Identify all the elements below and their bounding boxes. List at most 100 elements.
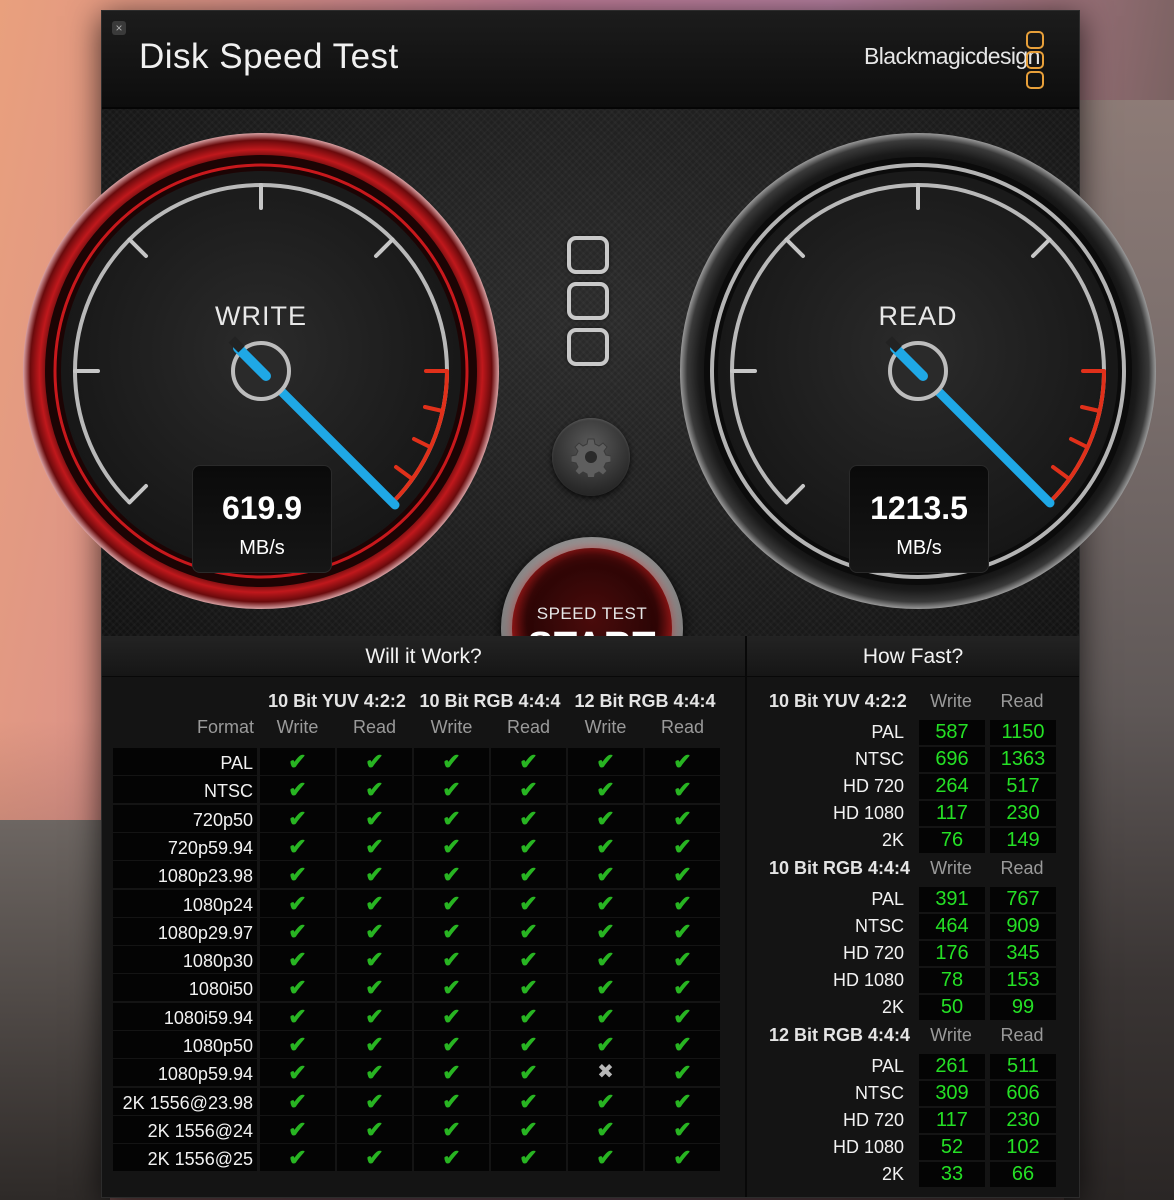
fast-format-label: 2K xyxy=(881,830,904,850)
gear-icon xyxy=(571,438,611,477)
check-icon: ✔ xyxy=(491,1059,566,1087)
gauge-panel: WRITE 619.9 MB/s SPEED TEST START xyxy=(23,109,1156,719)
will-it-work-heading: Will it Work? xyxy=(102,636,745,677)
check-icon: ✔ xyxy=(568,1115,643,1143)
check-icon: ✔ xyxy=(491,1087,566,1115)
settings-button[interactable] xyxy=(552,418,630,496)
read-fps-value: 99 xyxy=(990,995,1056,1020)
write-unit: MB/s xyxy=(239,537,285,559)
check-icon: ✔ xyxy=(645,889,720,917)
table-row: 2K 1556@24 ✔ ✔ ✔ ✔ ✔ ✔ xyxy=(113,1115,723,1143)
check-icon: ✔ xyxy=(260,748,335,775)
check-icon: ✔ xyxy=(414,776,489,804)
title-bar: × Disk Speed Test Blackmagicdesign xyxy=(102,11,1079,109)
section-title: 10 Bit YUV 4:2:2 xyxy=(769,691,907,711)
check-icon: ✔ xyxy=(645,804,720,832)
check-icon: ✔ xyxy=(645,832,720,860)
check-icon: ✔ xyxy=(260,974,335,1002)
check-icon: ✔ xyxy=(568,1031,643,1058)
section-title: 10 Bit RGB 4:4:4 xyxy=(769,858,911,878)
check-icon: ✔ xyxy=(491,1144,566,1172)
check-icon: ✔ xyxy=(414,1002,489,1030)
activity-lights xyxy=(567,236,609,374)
read-gauge: READ 1213.5 MB/s xyxy=(678,131,1158,611)
check-icon: ✔ xyxy=(568,917,643,945)
read-fps-value: 517 xyxy=(990,774,1056,799)
check-icon: ✔ xyxy=(645,748,720,775)
table-row: 1080p24 ✔ ✔ ✔ ✔ ✔ ✔ xyxy=(113,889,723,917)
fast-format-label: HD 1080 xyxy=(832,1137,904,1157)
check-icon: ✔ xyxy=(337,974,412,1002)
check-icon: ✔ xyxy=(260,1144,335,1172)
check-icon: ✔ xyxy=(491,917,566,945)
write-fps-value: 176 xyxy=(919,941,985,966)
results-panel: Will it Work? How Fast? 10 Bit YUV 4:2:2… xyxy=(102,636,1079,1197)
disk-speed-test-window: × Disk Speed Test Blackmagicdesign WRITE… xyxy=(23,10,1156,1198)
write-fps-value: 76 xyxy=(919,828,985,853)
check-icon: ✔ xyxy=(568,889,643,917)
table-row: 1080p29.97 ✔ ✔ ✔ ✔ ✔ ✔ xyxy=(113,917,723,945)
check-icon: ✔ xyxy=(491,804,566,832)
fast-format-label: HD 720 xyxy=(842,776,904,796)
check-icon: ✔ xyxy=(491,974,566,1002)
format-label: 2K 1556@25 xyxy=(113,1144,257,1172)
check-icon: ✔ xyxy=(645,776,720,804)
read-fps-value: 511 xyxy=(990,1054,1056,1079)
check-icon: ✔ xyxy=(260,804,335,832)
table-row: 1080p50 ✔ ✔ ✔ ✔ ✔ ✔ xyxy=(113,1031,723,1058)
table-row: 1080p23.98 ✔ ✔ ✔ ✔ ✔ ✔ xyxy=(113,861,723,889)
fast-format-label: 2K xyxy=(881,1164,904,1184)
table-row: 720p50 ✔ ✔ ✔ ✔ ✔ ✔ xyxy=(113,804,723,832)
check-icon: ✔ xyxy=(491,1031,566,1058)
check-icon: ✔ xyxy=(568,776,643,804)
read-fps-value: 149 xyxy=(990,828,1056,853)
fast-format-label: NTSC xyxy=(855,749,904,769)
check-icon: ✔ xyxy=(414,804,489,832)
write-readout: 619.9 MB/s xyxy=(192,465,332,573)
table-row: 1080i59.94 ✔ ✔ ✔ ✔ ✔ ✔ xyxy=(113,1002,723,1030)
read-fps-value: 153 xyxy=(990,968,1056,993)
write-column-header: Write xyxy=(930,858,972,878)
format-label: 2K 1556@23.98 xyxy=(113,1087,257,1115)
check-icon: ✔ xyxy=(645,1115,720,1143)
read-fps-value: 345 xyxy=(990,941,1056,966)
format-label: PAL xyxy=(113,748,257,775)
format-label: 1080i59.94 xyxy=(113,1002,257,1030)
write-fps-value: 391 xyxy=(919,887,985,912)
format-label: 720p59.94 xyxy=(113,832,257,860)
check-icon: ✔ xyxy=(337,1059,412,1087)
write-column-header: Write xyxy=(930,691,972,711)
table-row: PAL ✔ ✔ ✔ ✔ ✔ ✔ xyxy=(113,748,723,775)
read-fps-value: 230 xyxy=(990,1108,1056,1133)
format-label: 720p50 xyxy=(113,804,257,832)
fast-format-label: NTSC xyxy=(855,916,904,936)
check-icon: ✔ xyxy=(568,861,643,889)
check-icon: ✔ xyxy=(645,1002,720,1030)
write-fps-value: 33 xyxy=(919,1162,985,1187)
read-unit: MB/s xyxy=(896,537,942,559)
check-icon: ✔ xyxy=(414,861,489,889)
format-label: 1080p23.98 xyxy=(113,861,257,889)
fast-format-label: PAL xyxy=(871,722,904,742)
check-icon: ✔ xyxy=(645,946,720,974)
read-fps-value: 1150 xyxy=(990,720,1056,745)
read-fps-value: 230 xyxy=(990,801,1056,826)
check-icon: ✔ xyxy=(260,946,335,974)
close-icon[interactable]: × xyxy=(112,21,126,35)
format-label: 2K 1556@24 xyxy=(113,1115,257,1143)
check-icon: ✔ xyxy=(491,1002,566,1030)
check-icon: ✔ xyxy=(260,832,335,860)
write-fps-value: 264 xyxy=(919,774,985,799)
sub-header: Read xyxy=(660,717,705,737)
read-fps-value: 1363 xyxy=(990,747,1056,772)
write-fps-value: 117 xyxy=(919,801,985,826)
check-icon: ✔ xyxy=(568,1144,643,1172)
check-icon: ✔ xyxy=(414,974,489,1002)
check-icon: ✔ xyxy=(337,1087,412,1115)
check-icon: ✔ xyxy=(337,748,412,775)
read-column-header: Read xyxy=(1000,691,1044,711)
check-icon: ✔ xyxy=(414,1087,489,1115)
sub-header: Read xyxy=(506,717,551,737)
check-icon: ✔ xyxy=(568,832,643,860)
check-icon: ✔ xyxy=(260,776,335,804)
